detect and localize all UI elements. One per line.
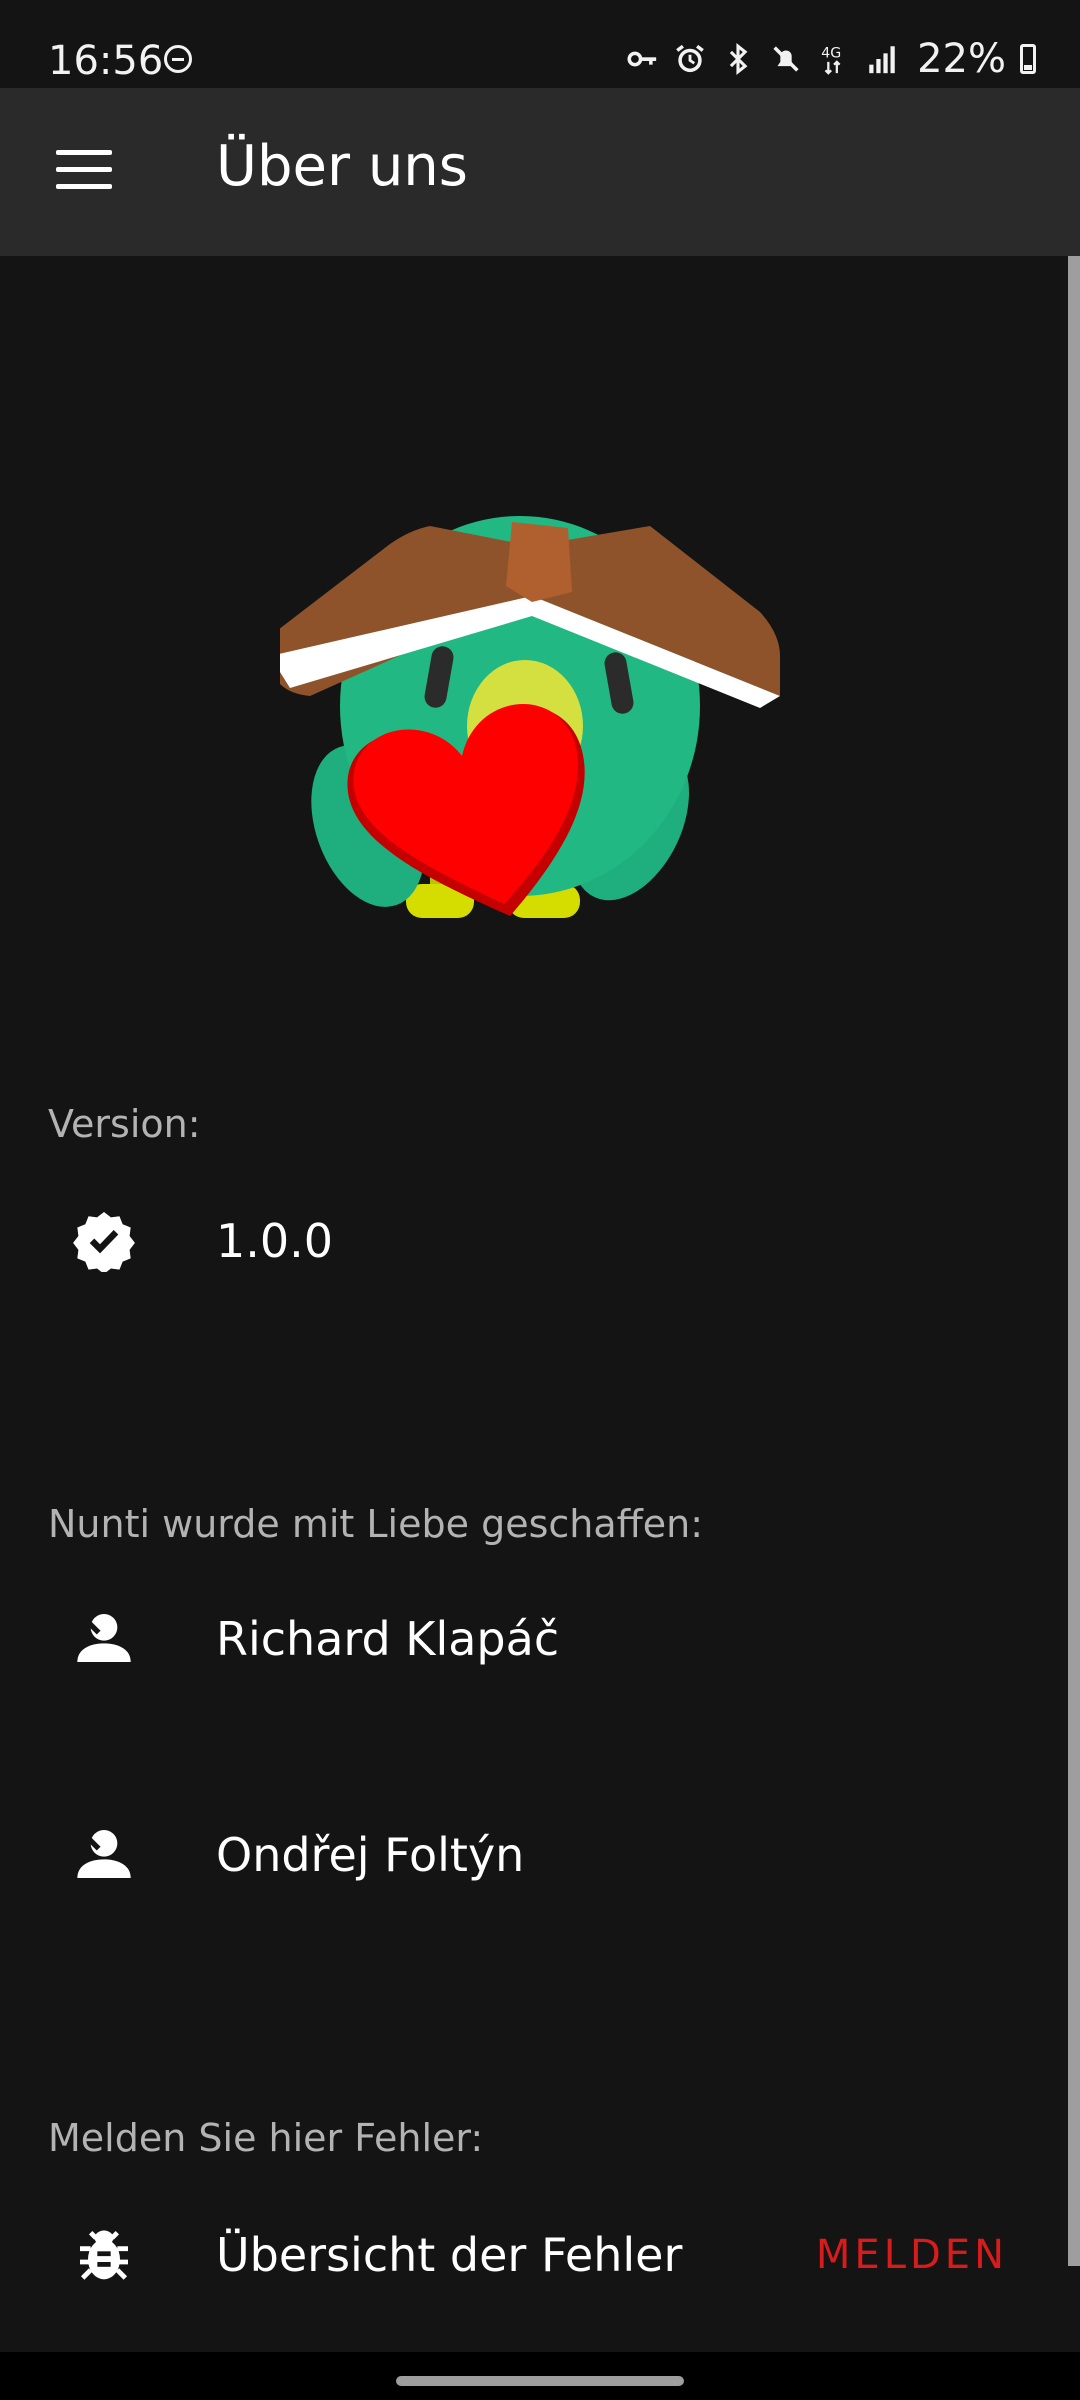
battery-percent: 22%: [917, 36, 1006, 82]
home-gesture-handle[interactable]: [396, 2376, 684, 2386]
version-item: 1.0.0: [0, 1170, 1066, 1310]
do-not-disturb-icon: [164, 45, 192, 73]
bug-report-item[interactable]: Übersicht der Fehler MELDEN: [0, 2184, 1066, 2324]
app-bar: Über uns: [0, 88, 1080, 256]
verified-badge-icon: [73, 1212, 135, 1272]
svg-text:4G: 4G: [821, 46, 841, 62]
version-value: 1.0.0: [216, 1214, 334, 1268]
mascot-bird-illustration: [280, 516, 780, 918]
bug-overview-label: Übersicht der Fehler: [216, 2228, 683, 2282]
person-icon: [75, 1609, 131, 1662]
report-button[interactable]: MELDEN: [816, 2232, 1008, 2278]
scrollbar[interactable]: [1068, 256, 1080, 2266]
status-bar: 16:56 4G 22%: [0, 0, 1080, 88]
status-time: 16:56: [48, 38, 164, 84]
battery-icon: [1020, 44, 1036, 74]
bluetooth-icon: [729, 43, 748, 75]
about-content: Version: 1.0.0 Nunti wurde mit Liebe ges…: [0, 256, 1066, 2352]
signal-icon: [869, 46, 895, 74]
bugs-section-header: Melden Sie hier Fehler:: [48, 2116, 484, 2160]
vpn-key-icon: [627, 51, 657, 67]
status-icons: 4G 22%: [625, 36, 1036, 82]
hamburger-menu-icon[interactable]: [56, 150, 112, 190]
author-item: Richard Klapáč: [0, 1568, 1066, 1708]
page-title: Über uns: [216, 134, 468, 199]
author-item: Ondřej Foltýn: [0, 1784, 1066, 1924]
system-nav-bar: [0, 2352, 1080, 2400]
alarm-icon: [676, 44, 704, 73]
author-name: Richard Klapáč: [216, 1612, 560, 1666]
person-icon: [75, 1825, 131, 1878]
version-section-header: Version:: [48, 1102, 201, 1146]
4g-data-icon: 4G: [821, 46, 841, 75]
authors-section-header: Nunti wurde mit Liebe geschaffen:: [48, 1502, 704, 1546]
bug-icon: [80, 2230, 128, 2280]
mute-icon: [773, 46, 799, 72]
author-name: Ondřej Foltýn: [216, 1828, 525, 1882]
